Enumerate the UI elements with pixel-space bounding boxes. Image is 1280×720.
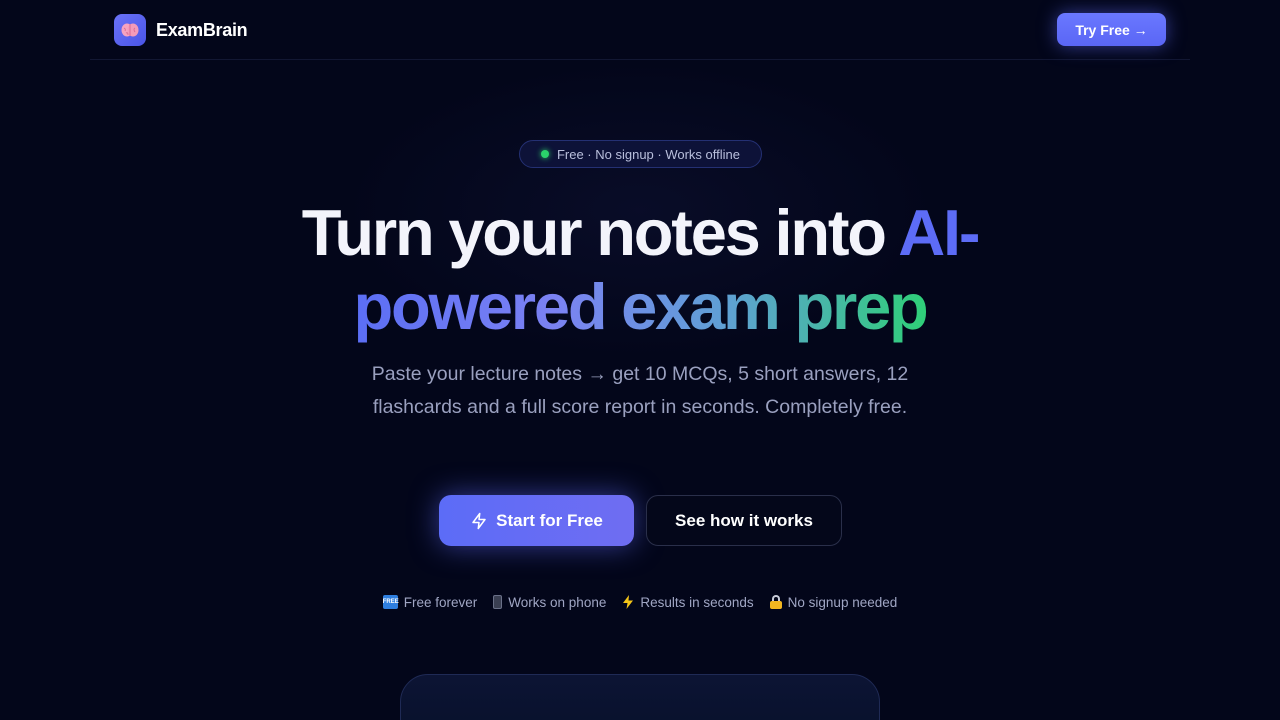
brain-icon [114, 14, 146, 46]
brand[interactable]: ExamBrain [114, 14, 248, 46]
lightning-icon [470, 512, 488, 530]
top-nav: ExamBrain Try Free → [90, 0, 1190, 60]
feature-item: Results in seconds [622, 594, 754, 610]
headline-gradient: powered exam prep [353, 270, 928, 343]
feature-label: Free forever [403, 594, 478, 610]
free-badge-icon: FREE [382, 595, 399, 609]
headline-plain: Turn your notes into [301, 196, 899, 269]
brand-name: ExamBrain [156, 19, 248, 40]
see-how-button[interactable]: See how it works [646, 495, 842, 546]
feature-item: FREE Free forever [382, 594, 478, 610]
lightning-icon [622, 595, 634, 609]
feature-label: No signup needed [787, 594, 898, 610]
feature-list: FREE Free forever Works on phone Results… [360, 592, 920, 612]
try-free-button[interactable]: Try Free → [1057, 13, 1166, 46]
headline-ai: AI- [898, 196, 980, 269]
hero-headline: Turn your notes into AI- powered exam pr… [240, 196, 1040, 344]
start-free-button[interactable]: Start for Free [439, 495, 634, 546]
status-dot-icon [540, 150, 549, 158]
hero-subtitle: Paste your lecture notes → get 10 MCQs, … [371, 363, 909, 418]
feature-label: Works on phone [508, 594, 607, 610]
start-free-label: Start for Free [496, 510, 603, 530]
badge-text: Free · No signup · Works offline [556, 146, 741, 162]
feature-item: Works on phone [493, 595, 606, 610]
status-badge: Free · No signup · Works offline [519, 140, 762, 168]
phone-icon [493, 595, 503, 609]
lock-icon [769, 595, 782, 609]
preview-card [400, 674, 880, 720]
feature-item: No signup needed [769, 594, 898, 610]
feature-label: Results in seconds [640, 594, 754, 610]
